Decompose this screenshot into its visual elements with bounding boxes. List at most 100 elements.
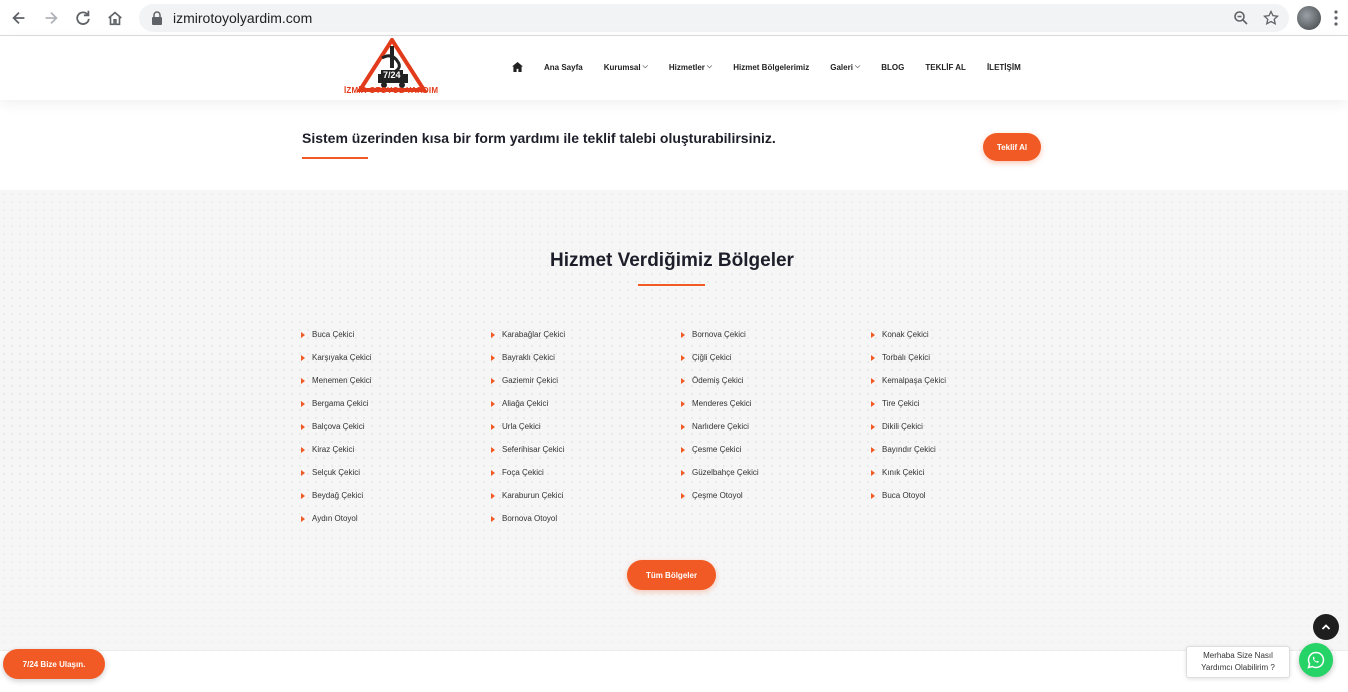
section-title: Hizmet Verdiğimiz Bölgeler <box>550 250 794 271</box>
profile-avatar[interactable] <box>1297 6 1321 30</box>
regions-column: Bornova Çekici Çiğli Çekici Ödemiş Çekic… <box>681 328 871 525</box>
caret-right-icon <box>491 446 495 453</box>
region-link[interactable]: Bornova Çekici <box>681 328 871 341</box>
region-link[interactable]: Bornova Otoyol <box>491 512 681 525</box>
region-label: Beydağ Çekici <box>312 491 364 500</box>
region-label: Menderes Çekici <box>692 399 752 408</box>
caret-right-icon <box>871 469 875 476</box>
regions-column: Konak Çekici Torbalı Çekici Kemalpaşa Çe… <box>871 328 1061 525</box>
forward-icon[interactable] <box>35 2 67 34</box>
region-link[interactable]: Balçova Çekici <box>301 420 491 433</box>
region-link[interactable]: Kiraz Çekici <box>301 443 491 456</box>
region-label: Bergama Çekici <box>312 399 369 408</box>
caret-right-icon <box>491 423 495 430</box>
region-link[interactable]: Konak Çekici <box>871 328 1061 341</box>
region-label: Çiğli Çekici <box>692 353 732 362</box>
region-link[interactable]: Seferihisar Çekici <box>491 443 681 456</box>
region-label: Çeşme Otoyol <box>692 491 743 500</box>
logo-text: İZMİR OTOYOL YARDIM <box>344 86 439 95</box>
region-link[interactable]: Narlıdere Çekici <box>681 420 871 433</box>
region-label: Buca Çekici <box>312 330 355 339</box>
region-link[interactable]: Bergama Çekici <box>301 397 491 410</box>
contact-24-7-button[interactable]: 7/24 Bize Ulaşın. <box>3 649 105 679</box>
menu-kebab-icon[interactable] <box>1334 9 1338 27</box>
regions-section: Hizmet Verdiğimiz Bölgeler Buca Çekici K… <box>0 190 1348 650</box>
caret-right-icon <box>681 423 685 430</box>
region-link[interactable]: Bayraklı Çekici <box>491 351 681 364</box>
region-link[interactable]: Aydın Otoyol <box>301 512 491 525</box>
region-link[interactable]: Buca Otoyol <box>871 489 1061 502</box>
region-link[interactable]: Bayındır Çekici <box>871 443 1061 456</box>
region-link[interactable]: Urla Çekici <box>491 420 681 433</box>
caret-right-icon <box>301 331 305 338</box>
region-link[interactable]: Beydağ Çekici <box>301 489 491 502</box>
region-label: Bornova Otoyol <box>502 514 558 523</box>
menu-item-hizmet-bolgelerimiz[interactable]: Hizmet Bölgelerimiz <box>733 63 809 72</box>
region-link[interactable]: Gaziemir Çekici <box>491 374 681 387</box>
region-link[interactable]: Kemalpaşa Çekici <box>871 374 1061 387</box>
whatsapp-bubble[interactable]: Merhaba Size Nasıl Yardımcı Olabilirim ? <box>1186 646 1290 678</box>
caret-right-icon <box>871 400 875 407</box>
region-link[interactable]: Tire Çekici <box>871 397 1061 410</box>
caret-right-icon <box>871 446 875 453</box>
menu-item-galeri[interactable]: Galeri ⌵ <box>830 63 860 72</box>
menu-item-ana-sayfa[interactable]: Ana Sayfa <box>544 63 583 72</box>
caret-right-icon <box>491 515 495 522</box>
address-bar[interactable]: izmirotoyolyardim.com <box>139 4 1289 32</box>
all-regions-button[interactable]: Tüm Bölgeler <box>627 560 716 590</box>
cta-section: Sistem üzerinden kısa bir form yardımı i… <box>0 100 1348 190</box>
region-label: Urla Çekici <box>502 422 541 431</box>
zoom-icon[interactable] <box>1233 10 1249 26</box>
caret-right-icon <box>491 377 495 384</box>
region-label: Kınık Çekici <box>882 468 925 477</box>
teklif-al-button[interactable]: Teklif Al <box>983 133 1041 161</box>
menu-label: İLETİŞİM <box>986 62 1021 72</box>
caret-right-icon <box>681 354 685 361</box>
cta-underline <box>302 157 368 159</box>
menu-item-teklif-al[interactable]: TEKLİF AL <box>925 63 966 72</box>
browser-toolbar: izmirotoyolyardim.com <box>0 0 1348 36</box>
region-link[interactable]: Çeşme Otoyol <box>681 489 871 502</box>
region-link[interactable]: Foça Çekici <box>491 466 681 479</box>
reload-icon[interactable] <box>67 2 99 34</box>
menu-item-iletisim[interactable]: İLETİŞİM <box>987 63 1021 72</box>
menu-item-hizmetler[interactable]: Hizmetler ⌵ <box>669 63 712 72</box>
caret-right-icon <box>301 377 305 384</box>
region-link[interactable]: Kınık Çekici <box>871 466 1061 479</box>
caret-right-icon <box>491 469 495 476</box>
region-link[interactable]: Selçuk Çekici <box>301 466 491 479</box>
region-link[interactable]: Torbalı Çekici <box>871 351 1061 364</box>
home-icon[interactable] <box>99 2 131 34</box>
region-link[interactable]: Karşıyaka Çekici <box>301 351 491 364</box>
region-link[interactable]: Çiğli Çekici <box>681 351 871 364</box>
region-link[interactable]: Karabağlar Çekici <box>491 328 681 341</box>
region-label: Buca Otoyol <box>882 491 926 500</box>
scroll-to-top-button[interactable] <box>1313 614 1339 640</box>
whatsapp-button[interactable] <box>1299 643 1333 677</box>
region-link[interactable]: Karaburun Çekici <box>491 489 681 502</box>
region-label: Narlıdere Çekici <box>692 422 749 431</box>
region-link[interactable]: Çesme Çekici <box>681 443 871 456</box>
caret-right-icon <box>301 492 305 499</box>
bookmark-star-icon[interactable] <box>1263 10 1279 26</box>
menu-home-icon[interactable] <box>512 62 523 72</box>
region-link[interactable]: Aliağa Çekici <box>491 397 681 410</box>
back-icon[interactable] <box>3 2 35 34</box>
caret-right-icon <box>301 469 305 476</box>
region-label: Kemalpaşa Çekici <box>882 376 947 385</box>
menu-label: Kurumsal <box>603 62 641 72</box>
region-link[interactable]: Güzelbahçe Çekici <box>681 466 871 479</box>
region-label: Bornova Çekici <box>692 330 746 339</box>
region-link[interactable]: Buca Çekici <box>301 328 491 341</box>
region-label: Karşıyaka Çekici <box>312 353 372 362</box>
region-link[interactable]: Menderes Çekici <box>681 397 871 410</box>
menu-item-blog[interactable]: BLOG <box>881 63 904 72</box>
caret-right-icon <box>681 492 685 499</box>
region-link[interactable]: Ödemiş Çekici <box>681 374 871 387</box>
region-link[interactable]: Dikili Çekici <box>871 420 1061 433</box>
caret-right-icon <box>301 423 305 430</box>
region-label: Konak Çekici <box>882 330 929 339</box>
menu-item-kurumsal[interactable]: Kurumsal ⌵ <box>604 63 648 72</box>
caret-right-icon <box>871 331 875 338</box>
region-link[interactable]: Menemen Çekici <box>301 374 491 387</box>
